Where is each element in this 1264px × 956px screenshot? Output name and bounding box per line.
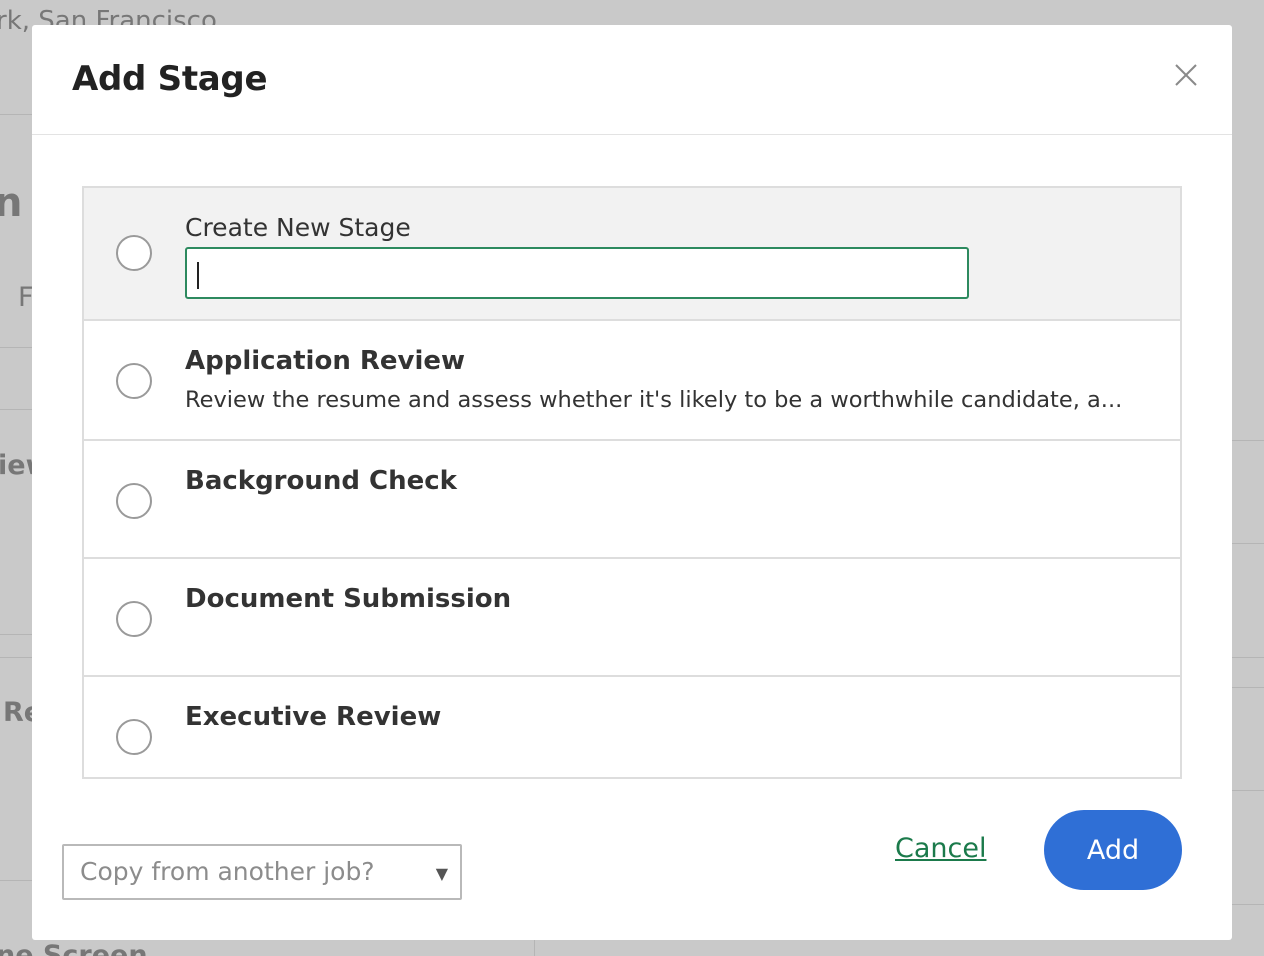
background-divider [534, 940, 535, 956]
background-divider [1232, 687, 1264, 688]
background-divider [0, 634, 32, 635]
background-divider [0, 347, 32, 348]
text-caret [197, 262, 199, 289]
stage-item-document-submission[interactable]: Document Submission [84, 559, 1180, 677]
background-stage-fragment-3: ne Screen [0, 940, 148, 956]
dropdown-arrow-icon: ▼ [435, 864, 448, 883]
copy-from-job-select[interactable]: Copy from another job? ▼ [62, 844, 462, 900]
stage-item-executive-review[interactable]: Executive Review [84, 677, 1180, 777]
stage-radio-executive-review[interactable] [116, 719, 152, 755]
add-button[interactable]: Add [1044, 810, 1182, 890]
stage-title: Executive Review [185, 702, 442, 732]
stage-title: Document Submission [185, 584, 512, 614]
add-stage-modal: Add Stage Create New Stage Application R… [32, 25, 1232, 940]
background-divider [1232, 657, 1264, 658]
stage-title: Application Review [185, 346, 466, 376]
create-new-stage-radio[interactable] [116, 235, 152, 271]
stage-list: Create New Stage Application Review Revi… [82, 186, 1182, 779]
stage-radio-application-review[interactable] [116, 363, 152, 399]
background-divider [0, 114, 32, 115]
create-new-stage-label: Create New Stage [185, 213, 411, 242]
stage-item-application-review[interactable]: Application Review Review the resume and… [84, 321, 1180, 441]
background-heading-fragment: n [0, 180, 23, 226]
stage-radio-document-submission[interactable] [116, 601, 152, 637]
background-divider [1232, 440, 1264, 441]
stage-description: Review the resume and assess whether it'… [185, 387, 1123, 413]
modal-header: Add Stage [32, 25, 1232, 135]
stage-item-background-check[interactable]: Background Check [84, 441, 1180, 559]
background-divider [0, 657, 32, 658]
background-divider [0, 409, 32, 410]
stage-title: Background Check [185, 466, 457, 496]
background-divider [1232, 790, 1264, 791]
copy-from-job-placeholder: Copy from another job? [80, 857, 375, 886]
background-divider [1232, 904, 1264, 905]
cancel-link[interactable]: Cancel [895, 833, 986, 864]
create-new-stage-row[interactable]: Create New Stage [84, 188, 1180, 321]
close-button[interactable] [1170, 59, 1202, 91]
background-divider [0, 880, 32, 881]
background-divider [1232, 543, 1264, 544]
stage-radio-background-check[interactable] [116, 483, 152, 519]
close-icon [1175, 64, 1197, 86]
modal-title: Add Stage [72, 59, 268, 99]
new-stage-name-input[interactable] [185, 247, 969, 299]
